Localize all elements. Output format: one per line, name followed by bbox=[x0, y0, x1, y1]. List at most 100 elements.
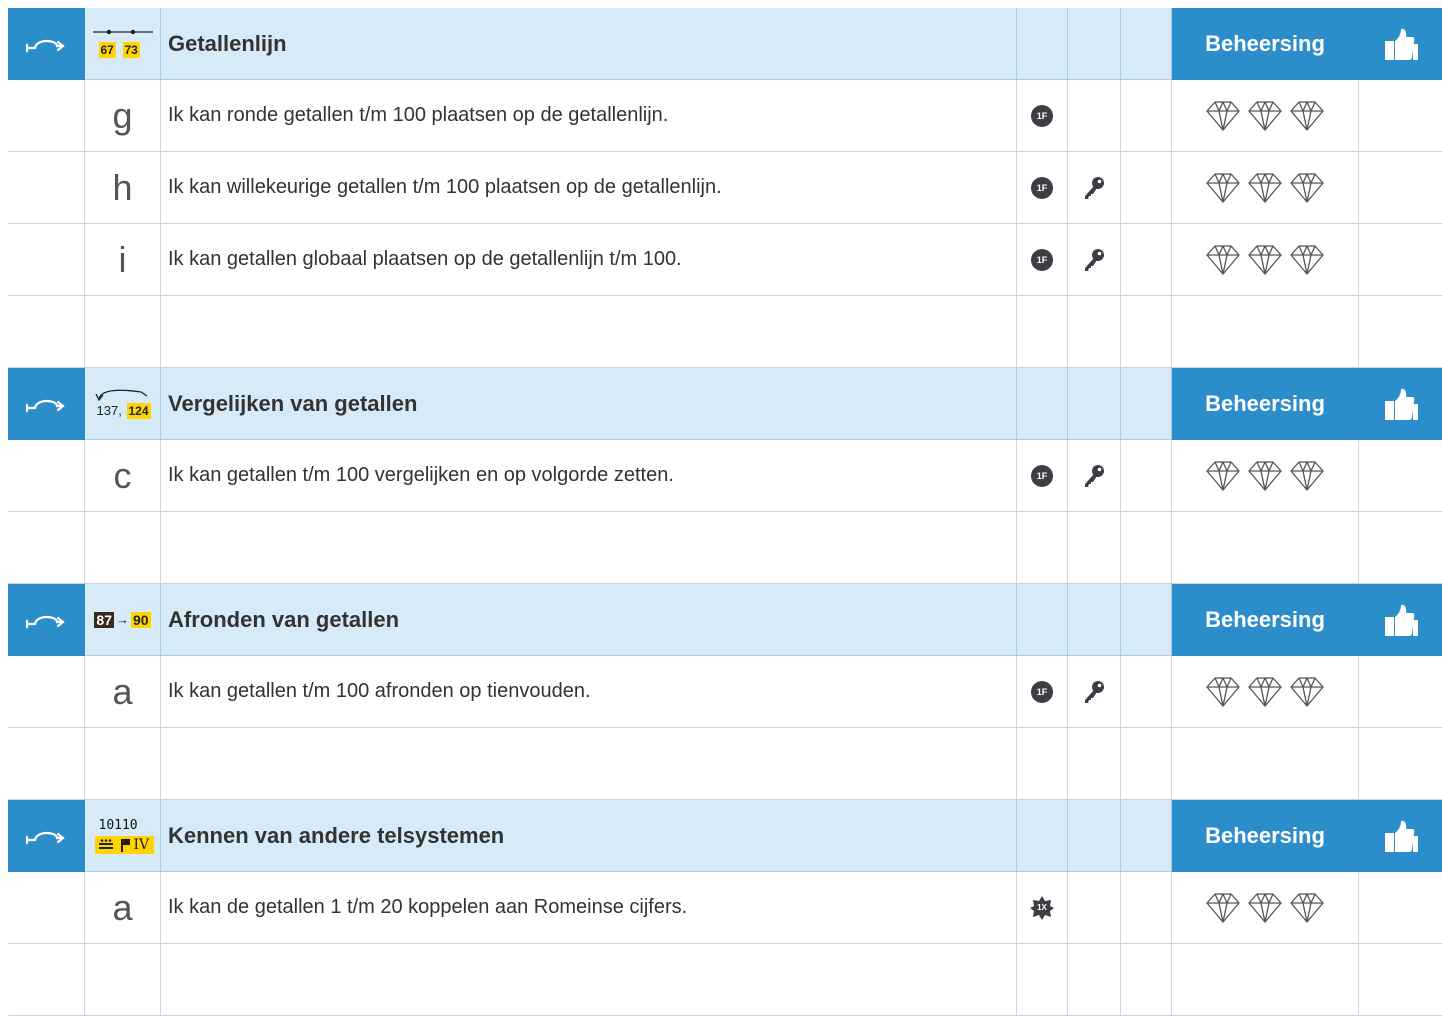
key-cell bbox=[1068, 872, 1121, 944]
number-systems-icon: 10110 IV bbox=[91, 817, 155, 855]
level-badge-cell: 1F bbox=[1017, 440, 1068, 512]
arrow-label: → bbox=[116, 612, 129, 627]
number-label: 87 bbox=[94, 611, 114, 628]
header-spacer bbox=[1121, 800, 1172, 872]
thumbs-up-button[interactable] bbox=[1359, 8, 1442, 80]
goal-letter-text: a bbox=[112, 886, 133, 928]
thumbs-up-button[interactable] bbox=[1359, 584, 1442, 656]
goal-text-content: Ik kan ronde getallen t/m 100 plaatsen o… bbox=[168, 104, 669, 126]
mastery-rating[interactable] bbox=[1172, 152, 1359, 224]
header-spacer bbox=[1068, 368, 1121, 440]
goal-letter: c bbox=[85, 440, 161, 512]
diamond-icon[interactable] bbox=[1289, 675, 1325, 709]
section-title-text: Getallenlijn bbox=[168, 30, 287, 56]
mastery-rating[interactable] bbox=[1172, 656, 1359, 728]
diamond-icon[interactable] bbox=[1289, 459, 1325, 493]
level-badge: 1F bbox=[1031, 176, 1053, 199]
empty-cell bbox=[1121, 512, 1172, 584]
empty-cell bbox=[1068, 728, 1121, 800]
mastery-rating[interactable] bbox=[1172, 80, 1359, 152]
mastery-rating[interactable] bbox=[1172, 872, 1359, 944]
diamond-icon[interactable] bbox=[1247, 891, 1283, 925]
goal-text-content: Ik kan willekeurige getallen t/m 100 pla… bbox=[168, 176, 722, 198]
diamond-icon[interactable] bbox=[1289, 891, 1325, 925]
mastery-rating[interactable] bbox=[1172, 224, 1359, 296]
diamond-icon[interactable] bbox=[1289, 99, 1325, 133]
compare-arrow-graphic bbox=[94, 389, 147, 401]
row-spacer bbox=[8, 224, 85, 296]
numeral-symbols: IV bbox=[94, 835, 154, 854]
collapse-button[interactable] bbox=[8, 368, 85, 440]
mastery-rating[interactable] bbox=[1172, 440, 1359, 512]
diamond-icon[interactable] bbox=[1247, 459, 1283, 493]
section-title: Getallenlijn bbox=[161, 8, 1017, 80]
section-icon-cell: 67 73 bbox=[85, 8, 161, 80]
empty-cell bbox=[85, 728, 161, 800]
goal-text: Ik kan getallen t/m 100 afronden op tien… bbox=[161, 656, 1017, 728]
diamond-icon[interactable] bbox=[1205, 459, 1241, 493]
goal-letter-text: g bbox=[112, 94, 133, 136]
empty-cell bbox=[85, 512, 161, 584]
diamond-icon[interactable] bbox=[1205, 891, 1241, 925]
mastery-label: Beheersing bbox=[1205, 30, 1325, 56]
level-badge-cell: 1X bbox=[1017, 872, 1068, 944]
empty-row bbox=[8, 296, 1442, 368]
section-title-text: Vergelijken van getallen bbox=[168, 390, 418, 416]
empty-cell bbox=[8, 728, 85, 800]
thumb-cell bbox=[1359, 656, 1442, 728]
rounding-icon: 87 → 90 bbox=[94, 611, 151, 628]
goal-text: Ik kan ronde getallen t/m 100 plaatsen o… bbox=[161, 80, 1017, 152]
thumbs-up-icon bbox=[1384, 388, 1418, 420]
number-label: 124 bbox=[126, 402, 151, 419]
thumbs-up-icon bbox=[1384, 820, 1418, 852]
empty-cell bbox=[1359, 728, 1442, 800]
level-badge-cell: 1F bbox=[1017, 152, 1068, 224]
diamond-icon[interactable] bbox=[1247, 243, 1283, 277]
key-icon bbox=[1085, 464, 1104, 487]
thumb-cell bbox=[1359, 152, 1442, 224]
goal-text: Ik kan de getallen 1 t/m 20 koppelen aan… bbox=[161, 872, 1017, 944]
goal-row: a Ik kan getallen t/m 100 afronden op tie… bbox=[8, 656, 1442, 728]
mastery-label: Beheersing bbox=[1205, 822, 1325, 848]
diamond-icon[interactable] bbox=[1205, 99, 1241, 133]
number-label: 90 bbox=[131, 611, 151, 628]
diamond-icon[interactable] bbox=[1247, 171, 1283, 205]
empty-cell bbox=[1068, 296, 1121, 368]
empty-cell bbox=[8, 944, 85, 1016]
thumbs-up-button[interactable] bbox=[1359, 800, 1442, 872]
empty-cell bbox=[1359, 944, 1442, 1016]
header-spacer bbox=[1121, 8, 1172, 80]
diamond-icon[interactable] bbox=[1289, 171, 1325, 205]
thumb-cell bbox=[1359, 224, 1442, 296]
empty-cell bbox=[1017, 944, 1068, 1016]
thumbs-up-button[interactable] bbox=[1359, 368, 1442, 440]
collapse-button[interactable] bbox=[8, 584, 85, 656]
number-line-icon: 67 73 bbox=[91, 26, 155, 62]
key-cell bbox=[1068, 152, 1121, 224]
empty-cell bbox=[1121, 944, 1172, 1016]
diamond-icon[interactable] bbox=[1289, 243, 1325, 277]
diamond-icon[interactable] bbox=[1247, 99, 1283, 133]
binary-label: 10110 bbox=[98, 817, 138, 833]
empty-cell bbox=[8, 512, 85, 584]
collapse-button[interactable] bbox=[8, 800, 85, 872]
row-spacer bbox=[8, 656, 85, 728]
empty-cell bbox=[161, 944, 1017, 1016]
header-spacer bbox=[1068, 584, 1121, 656]
diamond-icon[interactable] bbox=[1205, 171, 1241, 205]
level-badge: 1F bbox=[1031, 680, 1053, 703]
section-title: Vergelijken van getallen bbox=[161, 368, 1017, 440]
badge-label: 1X bbox=[1037, 903, 1047, 912]
empty-cell bbox=[8, 296, 85, 368]
goal-text: Ik kan willekeurige getallen t/m 100 pla… bbox=[161, 152, 1017, 224]
diamond-icon[interactable] bbox=[1247, 675, 1283, 709]
diamond-icon[interactable] bbox=[1205, 675, 1241, 709]
thumb-cell bbox=[1359, 440, 1442, 512]
collapse-button[interactable] bbox=[8, 8, 85, 80]
thumb-cell bbox=[1359, 872, 1442, 944]
level-badge: 1F bbox=[1031, 464, 1053, 487]
row-spacer bbox=[8, 152, 85, 224]
diamond-icon[interactable] bbox=[1205, 243, 1241, 277]
goal-row: h Ik kan willekeurige getallen t/m 100 pl… bbox=[8, 152, 1442, 224]
key-cell bbox=[1068, 440, 1121, 512]
